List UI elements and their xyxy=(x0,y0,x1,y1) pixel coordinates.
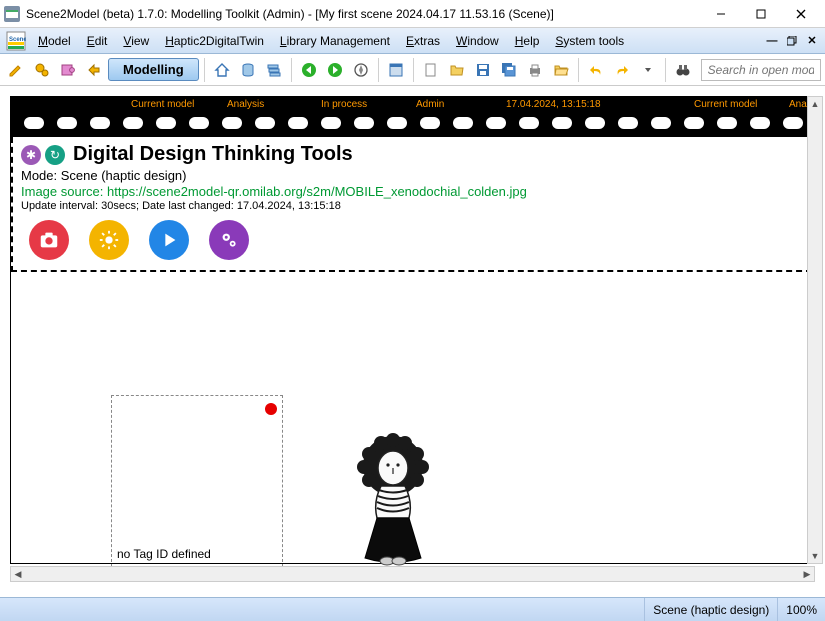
window-title: Scene2Model (beta) 1.7.0: Modelling Tool… xyxy=(26,7,701,21)
stack-icon[interactable] xyxy=(262,58,286,82)
minimize-button[interactable] xyxy=(701,2,741,26)
sun-button[interactable] xyxy=(89,220,129,260)
tag-placeholder[interactable]: no Tag ID defined xyxy=(111,395,283,567)
update-line: Update interval: 30secs; Date last chang… xyxy=(21,200,802,212)
gears-icon[interactable] xyxy=(30,58,54,82)
red-dot-icon xyxy=(265,403,277,415)
header-box: ✱ ↻ Digital Design Thinking Tools Mode: … xyxy=(11,137,812,272)
mdi-restore-button[interactable] xyxy=(783,33,801,49)
filmstrip: Current model Analysis In process Admin … xyxy=(11,97,812,137)
search-input[interactable] xyxy=(701,59,821,81)
doc-icon: Scene xyxy=(6,31,26,51)
scroll-down-arrow[interactable]: ▼ xyxy=(808,549,822,563)
menu-window[interactable]: Window xyxy=(448,30,507,52)
scroll-left-arrow[interactable]: ◀ xyxy=(11,567,25,581)
window-controls xyxy=(701,2,821,26)
redo-icon[interactable] xyxy=(610,58,634,82)
save-icon[interactable] xyxy=(471,58,495,82)
filmstrip-label: In process xyxy=(321,99,367,110)
menu-view[interactable]: View xyxy=(115,30,157,52)
filmstrip-label: 17.04.2024, 13:15:18 xyxy=(506,99,601,110)
close-button[interactable] xyxy=(781,2,821,26)
filmstrip-label: Current model xyxy=(694,99,757,110)
model-canvas[interactable]: Current model Analysis In process Admin … xyxy=(10,96,813,564)
undo-dropdown-icon[interactable] xyxy=(636,58,660,82)
import-icon[interactable] xyxy=(82,58,106,82)
menu-extras[interactable]: Extras xyxy=(398,30,448,52)
titlebar: Scene2Model (beta) 1.7.0: Modelling Tool… xyxy=(0,0,825,28)
menu-haptic2digitaltwin[interactable]: Haptic2DigitalTwin xyxy=(157,30,272,52)
vertical-scrollbar[interactable]: ▲ ▼ xyxy=(807,96,823,564)
filmstrip-label: Current model xyxy=(131,99,194,110)
maximize-button[interactable] xyxy=(741,2,781,26)
puzzle-icon[interactable] xyxy=(56,58,80,82)
scroll-right-arrow[interactable]: ▶ xyxy=(800,567,814,581)
play-button[interactable] xyxy=(149,220,189,260)
database-icon[interactable] xyxy=(236,58,260,82)
statusbar: Scene (haptic design) 100% xyxy=(0,597,825,621)
binoculars-icon[interactable] xyxy=(671,58,695,82)
camera-button[interactable] xyxy=(29,220,69,260)
mdi-controls: — ✕ xyxy=(763,33,825,49)
header-title: Digital Design Thinking Tools xyxy=(73,143,353,166)
home-icon[interactable] xyxy=(210,58,234,82)
edit-icon[interactable] xyxy=(4,58,28,82)
open-folder-icon[interactable] xyxy=(549,58,573,82)
compass-icon[interactable] xyxy=(349,58,373,82)
canvas-area: Current model Analysis In process Admin … xyxy=(0,86,825,584)
forward-icon[interactable] xyxy=(323,58,347,82)
settings-button[interactable] xyxy=(209,220,249,260)
menu-system-tools[interactable]: System tools xyxy=(547,30,632,52)
menu-help[interactable]: Help xyxy=(507,30,548,52)
save-all-icon[interactable] xyxy=(497,58,521,82)
modelling-mode-chip[interactable]: Modelling xyxy=(108,58,199,81)
menubar: Scene Model Edit View Haptic2DigitalTwin… xyxy=(0,28,825,54)
toolbar: Modelling xyxy=(0,54,825,86)
undo-icon[interactable] xyxy=(584,58,608,82)
status-zoom[interactable]: 100% xyxy=(777,598,825,621)
back-icon[interactable] xyxy=(297,58,321,82)
mode-line: Mode: Scene (haptic design) xyxy=(21,168,802,183)
open-icon[interactable] xyxy=(445,58,469,82)
mdi-minimize-button[interactable]: — xyxy=(763,33,781,49)
search-box xyxy=(701,59,821,81)
filmstrip-label: Admin xyxy=(416,99,444,110)
menu-edit[interactable]: Edit xyxy=(79,30,116,52)
persona-figure[interactable] xyxy=(351,432,435,567)
purple-asterisk-icon: ✱ xyxy=(21,145,41,165)
app-icon xyxy=(4,6,20,22)
menu-model[interactable]: Model xyxy=(30,30,79,52)
mdi-close-button[interactable]: ✕ xyxy=(803,33,821,49)
window-icon[interactable] xyxy=(384,58,408,82)
filmstrip-label: Analysis xyxy=(227,99,264,110)
new-icon[interactable] xyxy=(419,58,443,82)
scroll-up-arrow[interactable]: ▲ xyxy=(808,97,822,111)
print-icon[interactable] xyxy=(523,58,547,82)
status-mode: Scene (haptic design) xyxy=(644,598,777,621)
image-source-line: Image source: https://scene2model-qr.omi… xyxy=(21,184,802,199)
horizontal-scrollbar[interactable]: ◀ ▶ xyxy=(10,566,815,582)
tag-label: no Tag ID defined xyxy=(117,547,211,561)
menu-library-management[interactable]: Library Management xyxy=(272,30,398,52)
teal-refresh-icon: ↻ xyxy=(45,145,65,165)
